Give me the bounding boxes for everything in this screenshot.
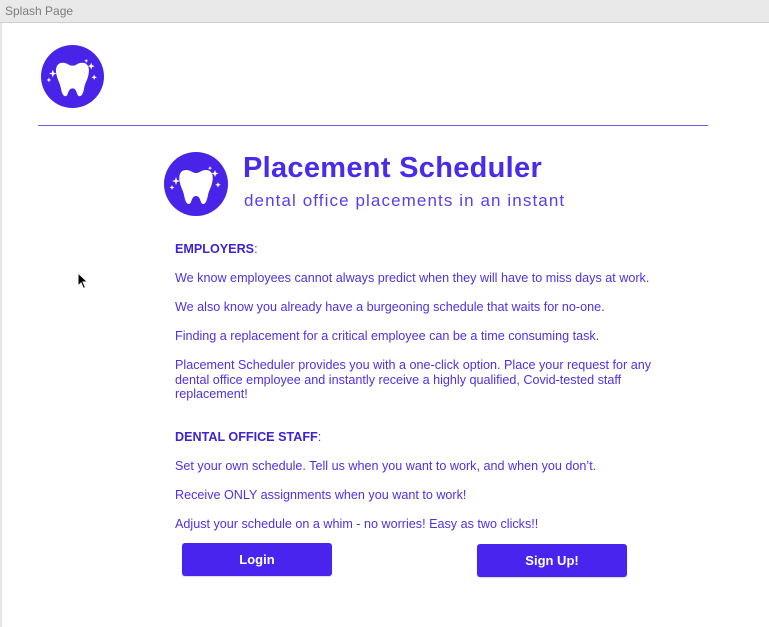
brand-title: Placement Scheduler xyxy=(243,152,543,184)
mouse-pointer-icon xyxy=(77,272,89,290)
header-divider xyxy=(38,125,708,126)
tooth-logo-icon[interactable] xyxy=(41,45,104,108)
employers-heading: EMPLOYERS xyxy=(175,242,255,256)
employers-paragraph: Placement Scheduler provides you with a … xyxy=(175,358,652,401)
employers-heading-colon: : xyxy=(254,242,258,256)
tooth-brand-icon xyxy=(164,152,228,216)
login-button[interactable]: Login xyxy=(182,543,332,576)
signup-button[interactable]: Sign Up! xyxy=(477,544,627,577)
window-title: Splash Page xyxy=(5,4,74,18)
window-titlebar: Splash Page xyxy=(0,0,769,23)
staff-paragraph: Adjust your schedule on a whim - no worr… xyxy=(175,517,539,531)
window-left-edge xyxy=(0,23,2,627)
employers-heading-line: EMPLOYERS: xyxy=(175,242,655,257)
staff-heading-colon: : xyxy=(317,430,322,444)
main-content: EMPLOYERS: We know employees cannot alwa… xyxy=(175,242,655,546)
brand-subtitle: dental office placements in an instant xyxy=(244,191,566,210)
employers-paragraph: We also know you already have a burgeoni… xyxy=(175,300,605,314)
employers-paragraph: We know employees cannot always predict … xyxy=(175,271,650,285)
staff-paragraph: Receive ONLY assignments when you want t… xyxy=(175,488,467,502)
staff-heading-line: DENTAL OFFICE STAFF: xyxy=(175,430,655,445)
staff-heading: DENTAL OFFICE STAFF xyxy=(175,430,318,444)
employers-paragraph: Finding a replacement for a critical emp… xyxy=(175,329,600,343)
staff-paragraph: Set your own schedule. Tell us when you … xyxy=(175,459,597,473)
